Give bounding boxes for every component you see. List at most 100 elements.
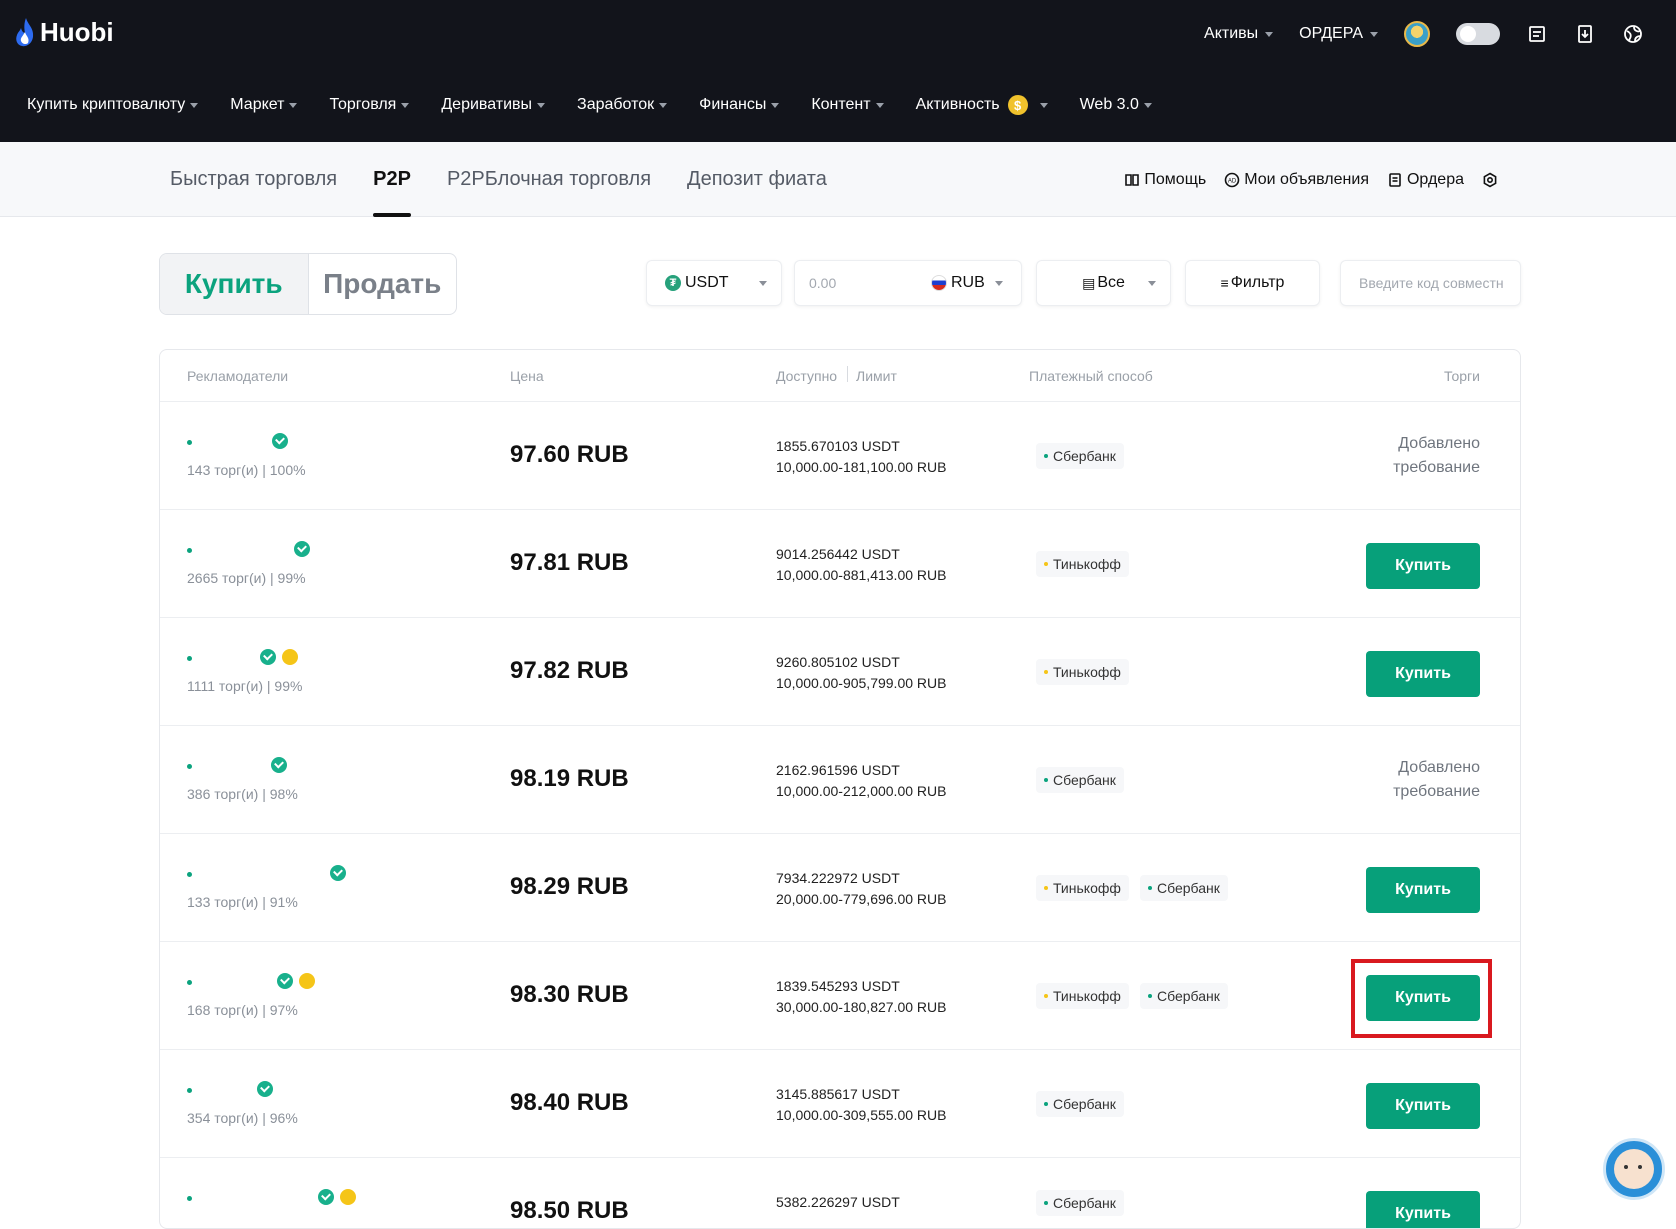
online-dot <box>187 656 192 661</box>
tab-p2p-block[interactable]: P2PБлочная торговля <box>447 142 651 217</box>
price: 98.40 RUB <box>510 1089 629 1116</box>
buy-tab[interactable]: Купить <box>160 254 309 314</box>
verified-shield-icon <box>277 973 293 989</box>
crypto-value: USDT <box>685 274 729 291</box>
tab-p2p[interactable]: P2P <box>373 142 411 217</box>
download-icon[interactable] <box>1574 23 1596 45</box>
orders-menu[interactable]: ОРДЕРА <box>1299 25 1378 43</box>
requirement-note: Добавлено требование <box>1393 756 1480 804</box>
table-header: Рекламодатели Цена Доступно Лимит Платеж… <box>160 350 1520 402</box>
table-row: 133 торг(и) | 91% 98.29 RUB 7934.222972 … <box>160 834 1520 942</box>
nav-trading[interactable]: Торговля <box>329 96 410 114</box>
code-input[interactable]: Введите код совместн <box>1340 260 1521 306</box>
nav-market[interactable]: Маркет <box>230 96 298 114</box>
buy-button[interactable]: Купить <box>1366 1083 1480 1129</box>
online-dot <box>187 440 192 445</box>
availability: 3145.885617 USDT 10,000.00-309,555.00 RUB <box>776 1084 946 1126</box>
payment-dot <box>1044 994 1048 998</box>
nav-earn[interactable]: Заработок <box>577 96 668 114</box>
payment-label: Тинькофф <box>1053 988 1121 1004</box>
header-price: Цена <box>510 368 544 384</box>
payment-dot <box>1148 886 1152 890</box>
nav-label: Торговля <box>329 96 397 113</box>
assets-menu[interactable]: Активы <box>1204 25 1274 43</box>
p2p-subnav: Быстрая торговля P2P P2PБлочная торговля… <box>0 142 1676 217</box>
settings-link[interactable] <box>1482 172 1498 188</box>
buy-button[interactable]: Купить <box>1366 867 1480 913</box>
payment-dot <box>1044 454 1048 458</box>
chevron-down-icon <box>994 280 1003 286</box>
top-bar: Huobi Активы ОРДЕРА Купить криптовалюту … <box>0 0 1676 142</box>
chevron-down-icon <box>190 102 199 108</box>
tab-quick-trade[interactable]: Быстрая торговля <box>170 142 337 217</box>
online-dot <box>187 764 192 769</box>
note-line: Добавлено <box>1398 435 1480 452</box>
payment-select[interactable]: ▤ Все <box>1036 260 1171 306</box>
payment-label: Сбербанк <box>1053 1096 1116 1112</box>
price: 98.29 RUB <box>510 873 629 900</box>
nav-label: Маркет <box>230 96 285 113</box>
chevron-down-icon <box>1039 102 1048 108</box>
orders-link[interactable]: Ордера <box>1387 171 1464 189</box>
payment-label: Тинькофф <box>1053 556 1121 572</box>
crypto-select[interactable]: ₮ USDT <box>646 260 782 306</box>
verified-shield-icon <box>271 757 287 773</box>
buy-button[interactable]: Купить <box>1366 543 1480 589</box>
tab-fiat-deposit[interactable]: Депозит фиата <box>687 142 827 217</box>
buy-sell-toggle: Купить Продать <box>159 253 457 315</box>
fiat-select[interactable]: RUB <box>931 274 1003 292</box>
orders-label: Ордера <box>1406 170 1464 188</box>
chevron-down-icon <box>401 102 410 108</box>
sell-tab[interactable]: Продать <box>309 254 457 314</box>
payment-label: Тинькофф <box>1053 880 1121 896</box>
gold-medal-icon <box>340 1189 356 1205</box>
nav-buy-crypto[interactable]: Купить криптовалюту <box>27 96 199 114</box>
huobi-logo[interactable]: Huobi <box>14 14 114 50</box>
nav-web3[interactable]: Web 3.0 <box>1080 96 1152 114</box>
online-dot <box>187 1088 192 1093</box>
header-advertisers: Рекламодатели <box>187 368 289 384</box>
support-face-icon <box>1614 1149 1654 1189</box>
online-dot <box>187 872 192 877</box>
nav-content[interactable]: Контент <box>811 96 884 114</box>
chevron-down-icon <box>537 102 546 108</box>
nav-label: Деривативы <box>441 96 533 113</box>
chevron-down-icon <box>1148 280 1156 286</box>
header-payment: Платежный способ <box>1029 368 1153 384</box>
document-icon <box>1389 172 1401 187</box>
orders-list-icon[interactable] <box>1526 23 1548 45</box>
buy-button[interactable]: Купить <box>1366 651 1480 697</box>
available-amount: 2162.961596 USDT <box>776 762 900 778</box>
card-icon: ▤ <box>1082 274 1096 291</box>
table-row: 1111 торг(и) | 99% 97.82 RUB 9260.805102… <box>160 618 1520 726</box>
language-icon[interactable] <box>1622 23 1644 45</box>
nav-activity[interactable]: Активность $ <box>916 95 1048 115</box>
availability: 1855.670103 USDT 10,000.00-181,100.00 RUB <box>776 436 946 478</box>
payment-label: Сбербанк <box>1053 448 1116 464</box>
chevron-down-icon <box>771 102 780 108</box>
available-amount: 9014.256442 USDT <box>776 546 900 562</box>
amount-input[interactable]: 0.00 RUB <box>794 260 1022 306</box>
payment-dot <box>1044 778 1048 782</box>
nav-derivatives[interactable]: Деривативы <box>441 96 546 114</box>
price: 97.60 RUB <box>510 441 629 468</box>
filter-button[interactable]: ≡ Фильтр <box>1185 260 1320 306</box>
online-dot <box>187 1196 192 1201</box>
limit-range: 10,000.00-905,799.00 RUB <box>776 675 947 691</box>
help-label: Помощь <box>1144 170 1207 188</box>
support-avatar[interactable] <box>1603 1138 1665 1200</box>
avatar-icon[interactable] <box>1404 21 1430 47</box>
help-link[interactable]: Помощь <box>1124 171 1206 189</box>
gold-medal-icon <box>282 649 298 665</box>
verified-shield-icon <box>330 865 346 881</box>
price: 97.81 RUB <box>510 549 629 576</box>
payment-method: Сбербанк <box>1036 443 1124 469</box>
toggle-icon[interactable] <box>1456 23 1500 45</box>
buy-button[interactable]: Купить <box>1366 1191 1480 1228</box>
my-ads-link[interactable]: AD Мои объявления <box>1224 171 1369 189</box>
verified-shield-icon <box>294 541 310 557</box>
nav-finance[interactable]: Финансы <box>699 96 780 114</box>
payment-method: Тинькофф <box>1036 659 1129 685</box>
payment-dot <box>1044 1201 1048 1205</box>
header-trade: Торги <box>1444 368 1480 384</box>
